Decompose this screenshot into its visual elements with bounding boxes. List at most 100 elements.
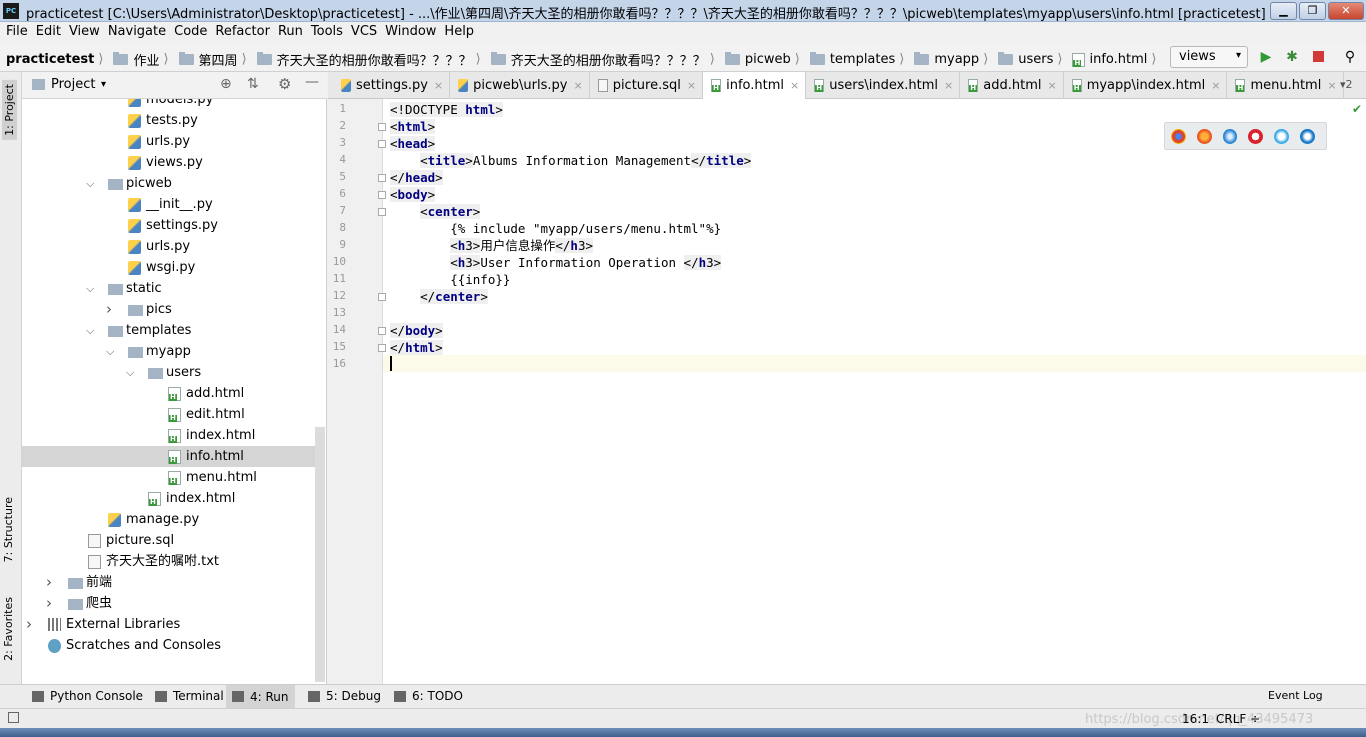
tree-item[interactable]: tests.py [22, 110, 318, 131]
breadcrumb-item[interactable]: users ⟩ [998, 50, 1068, 69]
bottom-tab[interactable]: 6: TODO [394, 689, 463, 703]
run-configuration-select[interactable]: views ▾ [1170, 46, 1248, 68]
chevron-down-icon[interactable]: ⌵ [86, 320, 96, 341]
breadcrumb-item[interactable]: myapp ⟩ [914, 50, 994, 69]
minimize-button[interactable]: ▁ [1270, 2, 1297, 20]
tree-item[interactable]: info.html [22, 446, 318, 467]
editor-tab[interactable]: users\index.html × [806, 72, 961, 99]
tree-item[interactable]: ⌵ myapp [22, 341, 318, 362]
tree-item[interactable]: ⌵ users [22, 362, 318, 383]
editor-tab[interactable]: add.html × [960, 72, 1064, 99]
event-log-tab[interactable]: Event Log [1268, 689, 1323, 702]
inspection-ok-icon[interactable]: ✔ [1352, 102, 1362, 116]
tree-item[interactable]: index.html [22, 488, 318, 509]
fold-marker-icon[interactable] [378, 123, 386, 131]
tree-item[interactable]: index.html [22, 425, 318, 446]
menu-navigate[interactable]: Navigate [108, 22, 172, 43]
run-icon[interactable]: ▶ [1257, 48, 1275, 66]
menu-file[interactable]: File [6, 22, 34, 43]
opera-icon[interactable] [1248, 128, 1264, 144]
tree-item[interactable]: › 爬虫 [22, 593, 318, 614]
breadcrumb-item[interactable]: practicetest ⟩ [6, 50, 109, 69]
chevron-right-icon[interactable]: › [106, 299, 116, 320]
tree-item[interactable]: Scratches and Consoles [22, 635, 318, 656]
search-icon[interactable]: ⚲ [1341, 48, 1359, 66]
close-tab-icon[interactable]: × [1211, 79, 1220, 92]
tree-scrollbar[interactable] [315, 427, 325, 682]
close-tab-icon[interactable]: × [687, 79, 696, 92]
tree-item[interactable]: edit.html [22, 404, 318, 425]
menu-window[interactable]: Window [385, 22, 442, 43]
tree-item[interactable]: ⌵ static [22, 278, 318, 299]
tree-item[interactable]: wsgi.py [22, 257, 318, 278]
close-tab-icon[interactable]: × [944, 79, 953, 92]
tree-item[interactable]: picture.sql [22, 530, 318, 551]
locate-icon[interactable]: ⊕ [220, 76, 232, 92]
fold-marker-icon[interactable] [378, 140, 386, 148]
tree-item[interactable]: ⌵ picweb [22, 173, 318, 194]
favorites-tool-tab[interactable]: 2: Favorites [2, 597, 15, 661]
breadcrumb-item[interactable]: 齐天大圣的相册你敢看吗？？？？ ⟩ [256, 50, 487, 69]
menu-vcs[interactable]: VCS [351, 22, 383, 43]
chevron-down-icon[interactable]: ▾ [101, 79, 106, 90]
chrome-icon[interactable] [1171, 128, 1186, 144]
menu-edit[interactable]: Edit [36, 22, 67, 43]
breadcrumb-item[interactable]: info.html⟩ [1072, 50, 1162, 69]
menu-run[interactable]: Run [278, 22, 309, 43]
menu-refactor[interactable]: Refactor [215, 22, 276, 43]
tree-item[interactable]: add.html [22, 383, 318, 404]
tool-windows-icon[interactable] [8, 712, 19, 723]
tree-item[interactable]: 齐天大圣的嘱咐.txt [22, 551, 318, 572]
breadcrumb-item[interactable]: 齐天大圣的相册你敢看吗？？？？ ⟩ [490, 50, 721, 69]
editor-tab[interactable]: picweb\urls.py × [450, 72, 590, 99]
breadcrumb-item[interactable]: 第四周 ⟩ [178, 50, 253, 69]
close-button[interactable]: ✕ [1328, 2, 1364, 20]
code-editor[interactable]: <!DOCTYPE html> <html> <head> <title>Album… [390, 99, 1366, 684]
fold-marker-icon[interactable] [378, 174, 386, 182]
tree-item[interactable]: urls.py [22, 131, 318, 152]
tab-overflow-indicator[interactable]: ▾2 [1340, 78, 1353, 91]
structure-tool-tab[interactable]: 7: Structure [2, 497, 15, 562]
tree-item[interactable]: ⌵ templates [22, 320, 318, 341]
bottom-tab[interactable]: 5: Debug [308, 689, 381, 703]
chevron-down-icon[interactable]: ⌵ [106, 341, 116, 362]
close-tab-icon[interactable]: × [434, 79, 443, 92]
bottom-tab[interactable]: Python Console [32, 689, 143, 703]
debug-icon[interactable]: ✱ [1283, 48, 1301, 66]
editor-tab[interactable]: picture.sql × [590, 72, 704, 99]
maximize-button[interactable]: ❐ [1299, 2, 1326, 20]
project-view-select[interactable]: Project [51, 77, 95, 92]
editor-tab[interactable]: menu.html × [1227, 72, 1344, 99]
breadcrumb-item[interactable]: 作业 ⟩ [113, 50, 174, 69]
close-tab-icon[interactable]: × [1327, 79, 1336, 92]
chevron-down-icon[interactable]: ⌵ [86, 278, 96, 299]
editor-tab[interactable]: info.html × [703, 72, 807, 99]
chevron-right-icon[interactable]: › [26, 614, 36, 635]
collapse-all-icon[interactable]: ⇅ [247, 76, 259, 92]
close-tab-icon[interactable]: × [1047, 79, 1056, 92]
editor-tab[interactable]: myapp\index.html × [1064, 72, 1228, 99]
fold-marker-icon[interactable] [378, 293, 386, 301]
chevron-right-icon[interactable]: › [46, 572, 56, 593]
tree-item[interactable]: › 前端 [22, 572, 318, 593]
tree-item[interactable]: urls.py [22, 236, 318, 257]
menu-help[interactable]: Help [444, 22, 480, 43]
fold-marker-icon[interactable] [378, 327, 386, 335]
stop-icon[interactable] [1309, 48, 1327, 66]
tree-item[interactable]: manage.py [22, 509, 318, 530]
editor-tab[interactable]: settings.py × [333, 72, 451, 99]
breadcrumb-item[interactable]: picweb ⟩ [724, 50, 806, 69]
bottom-tab[interactable]: Terminal [155, 689, 224, 703]
tree-item[interactable]: › External Libraries [22, 614, 318, 635]
line-separator[interactable]: CRLF ÷ [1216, 712, 1260, 726]
firefox-icon[interactable] [1196, 128, 1212, 144]
fold-marker-icon[interactable] [378, 344, 386, 352]
hide-panel-icon[interactable]: — [305, 74, 319, 90]
caret-position[interactable]: 16:1 [1182, 712, 1209, 726]
menu-view[interactable]: View [69, 22, 106, 43]
project-tool-tab[interactable]: 1: Project [2, 80, 17, 140]
safari-icon[interactable] [1222, 128, 1238, 144]
menu-code[interactable]: Code [174, 22, 213, 43]
chevron-right-icon[interactable]: › [46, 593, 56, 614]
chevron-down-icon[interactable]: ⌵ [126, 362, 136, 383]
